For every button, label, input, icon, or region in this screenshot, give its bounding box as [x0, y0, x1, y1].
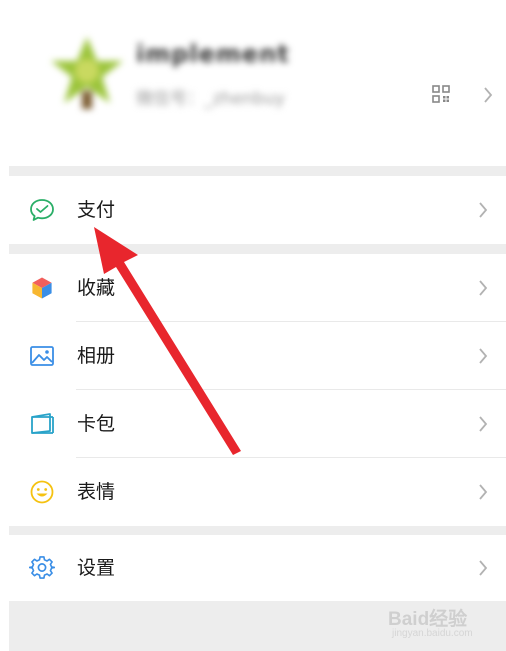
watermark-brand: Baid经验	[388, 609, 468, 630]
image-icon	[30, 346, 54, 366]
menu-item-stickers-label: 表情	[77, 481, 116, 503]
menu-item-settings[interactable]: 设置	[9, 535, 506, 601]
card-wallet-icon	[31, 413, 54, 434]
section-gap	[9, 166, 506, 176]
menu-item-favorites-label: 收藏	[77, 277, 116, 299]
baidu-watermark: Baid经验 jingyan.baidu.com	[388, 598, 498, 644]
chevron-right-icon	[479, 416, 488, 432]
menu-item-pay[interactable]: 支付	[9, 176, 506, 244]
menu-item-stickers[interactable]: 表情	[9, 458, 506, 526]
smiley-icon	[30, 480, 54, 504]
menu-item-pay-label: 支付	[77, 199, 116, 221]
section-gap	[9, 526, 506, 535]
chevron-right-icon	[484, 87, 493, 103]
chevron-right-icon	[479, 484, 488, 500]
chevron-right-icon	[479, 202, 488, 218]
menu-item-cards-label: 卡包	[77, 413, 116, 435]
menu-item-settings-label: 设置	[77, 557, 116, 579]
menu-item-album[interactable]: 相册	[9, 322, 506, 390]
chevron-right-icon	[479, 560, 488, 576]
menu-item-album-label: 相册	[77, 345, 116, 367]
chevron-right-icon	[479, 348, 488, 364]
menu-item-favorites[interactable]: 收藏	[9, 254, 506, 322]
chevron-right-icon	[479, 280, 488, 296]
profile-name: implement	[136, 40, 290, 68]
watermark-sub: jingyan.baidu.com	[392, 628, 473, 639]
wechat-pay-icon	[30, 199, 54, 221]
profile-header[interactable]: implement 微信号：_zhenbuy	[9, 0, 506, 166]
section-gap	[9, 244, 506, 254]
avatar[interactable]	[47, 33, 127, 113]
menu-item-cards[interactable]: 卡包	[9, 390, 506, 458]
profile-wechat-id: 微信号：_zhenbuy	[136, 89, 286, 109]
gear-icon	[29, 556, 55, 579]
cube-icon	[31, 276, 53, 300]
qr-code-icon[interactable]	[432, 85, 450, 103]
